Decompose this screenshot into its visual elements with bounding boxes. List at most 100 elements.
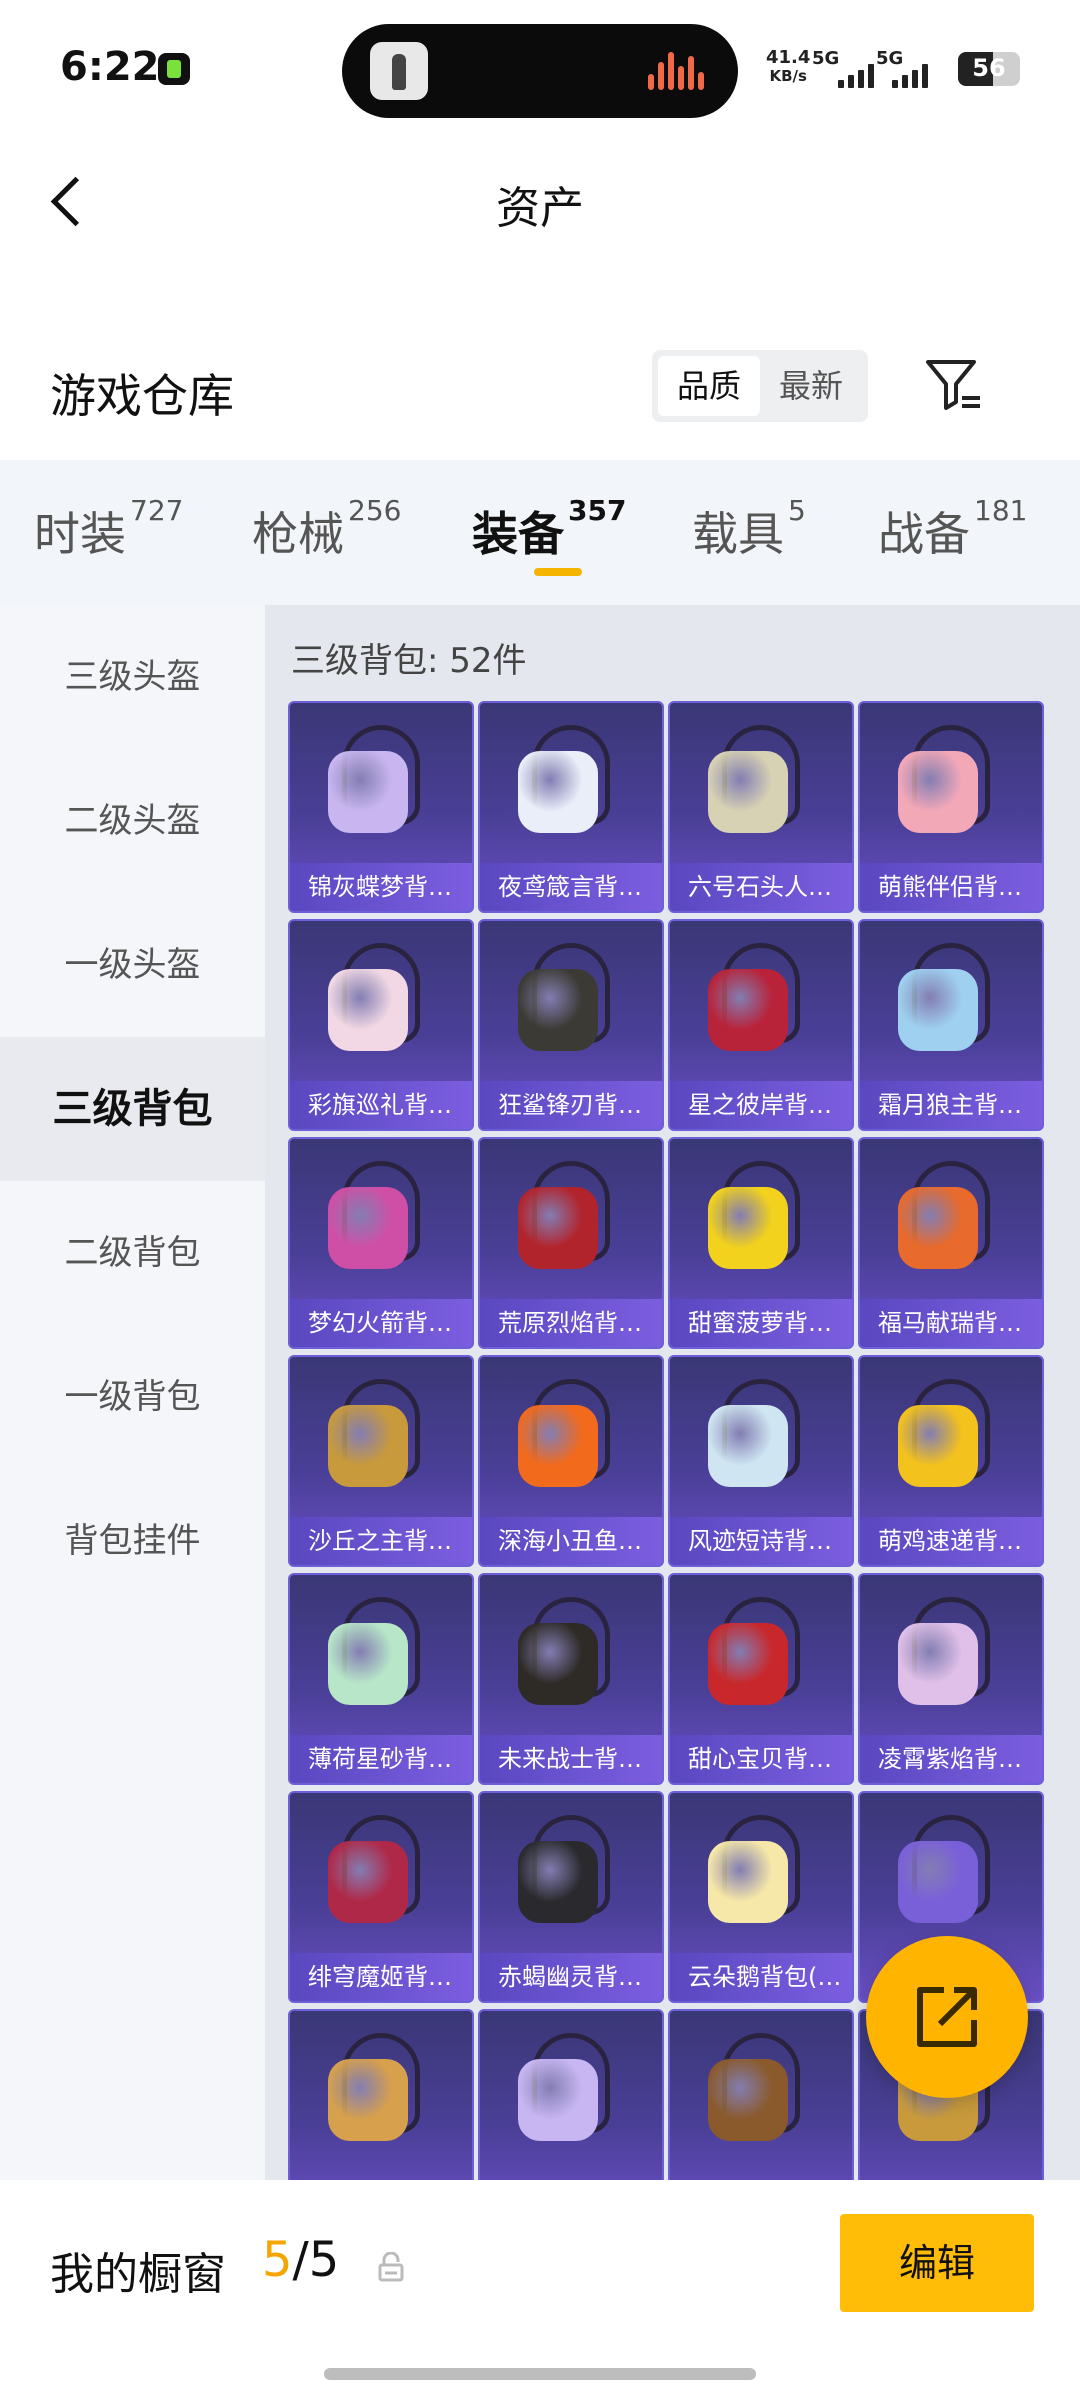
sidebar-item-backpack-lv3[interactable]: 三级背包 [0, 1037, 265, 1181]
backpack-image [708, 1405, 788, 1487]
backpack-name: 绯穹魔姬背… [290, 1953, 472, 2001]
backpack-image [518, 1841, 598, 1923]
backpack-name: 六号石头人… [670, 863, 852, 911]
backpack-image [328, 969, 408, 1051]
backpack-card[interactable]: 荒原烈焰背… [478, 1137, 664, 1349]
backpack-card[interactable]: 甜心宝贝背… [668, 1573, 854, 1785]
backpack-card[interactable]: 福马献瑞背… [858, 1137, 1044, 1349]
backpack-name: 甜蜜菠萝背… [670, 1299, 852, 1347]
backpack-name: 凌霄紫焰背… [860, 1735, 1042, 1783]
backpack-card[interactable] [668, 2009, 854, 2180]
backpack-image [898, 1187, 978, 1269]
sort-option-quality[interactable]: 品质 [658, 356, 760, 416]
page-title: 资产 [496, 183, 584, 234]
sidebar-item-backpack-lv1[interactable]: 一级背包 [0, 1325, 265, 1469]
backpack-image [898, 751, 978, 833]
backpack-image [328, 1405, 408, 1487]
network-speed-unit: KB/s [769, 67, 807, 85]
backpack-image [518, 2059, 598, 2141]
backpack-card[interactable]: 六号石头人… [668, 701, 854, 913]
backpack-image [328, 1187, 408, 1269]
backpack-card[interactable]: 狂鲨锋刃背… [478, 919, 664, 1131]
backpack-name: 沙丘之主背… [290, 1517, 472, 1565]
dynamic-island[interactable] [342, 24, 738, 118]
backpack-card[interactable]: 风迹短诗背… [668, 1355, 854, 1567]
backpack-card[interactable]: 夜鸢箴言背… [478, 701, 664, 913]
backpack-card[interactable]: 萌熊伴侣背… [858, 701, 1044, 913]
showcase-label: 我的橱窗 [50, 2249, 226, 2300]
backpack-name: 甜心宝贝背… [670, 1735, 852, 1783]
backpack-image [708, 751, 788, 833]
share-button[interactable] [866, 1936, 1028, 2098]
tab-label: 载具 [692, 507, 784, 561]
tab-vehicles[interactable]: 载具 5 [692, 494, 806, 564]
tab-label: 时装 [34, 507, 126, 561]
backpack-name: 薄荷星砂背… [290, 1735, 472, 1783]
sidebar-item-backpack-lv2[interactable]: 二级背包 [0, 1181, 265, 1325]
sort-toggle: 品质 最新 [652, 350, 868, 422]
sidebar-item-helmet-lv3[interactable]: 三级头盔 [0, 605, 265, 749]
edit-button[interactable]: 编辑 [840, 2214, 1034, 2312]
tab-count: 357 [568, 494, 627, 527]
backpack-image [328, 1623, 408, 1705]
tab-fashion[interactable]: 时装 727 [34, 494, 183, 564]
category-tabs: 时装 727 枪械 256 装备 357 载具 5 战备 181 [0, 460, 1080, 605]
sort-option-newest[interactable]: 最新 [760, 356, 862, 416]
backpack-image [898, 969, 978, 1051]
backpack-card[interactable]: 锦灰蝶梦背… [288, 701, 474, 913]
tab-count: 5 [788, 494, 806, 527]
tab-count: 727 [130, 494, 184, 527]
sidebar-item-helmet-lv2[interactable]: 二级头盔 [0, 749, 265, 893]
battery-icon: 56 [958, 52, 1020, 86]
backpack-card[interactable] [288, 2009, 474, 2180]
battery-percent: 56 [972, 54, 1006, 82]
backpack-card[interactable]: 星之彼岸背… [668, 919, 854, 1131]
sidebar: 三级头盔 二级头盔 一级头盔 三级背包 二级背包 一级背包 背包挂件 [0, 605, 265, 2180]
network-speed: 41.4 KB/s [766, 47, 811, 85]
tab-guns[interactable]: 枪械 256 [252, 494, 401, 564]
sim2-signal-icon [888, 62, 938, 88]
media-thumbnail-icon [370, 42, 428, 100]
backpack-card[interactable] [478, 2009, 664, 2180]
backpack-card[interactable]: 彩旗巡礼背… [288, 919, 474, 1131]
sidebar-item-backpack-charm[interactable]: 背包挂件 [0, 1469, 265, 1613]
tab-supplies[interactable]: 战备 181 [878, 494, 1027, 564]
backpack-image [518, 1405, 598, 1487]
audio-wave-icon [648, 52, 712, 90]
network-speed-value: 41.4 [766, 47, 811, 68]
sim1-signal-icon [828, 62, 878, 88]
backpack-card[interactable]: 萌鸡速递背… [858, 1355, 1044, 1567]
backpack-name: 狂鲨锋刃背… [480, 1081, 662, 1129]
backpack-card[interactable]: 霜月狼主背… [858, 919, 1044, 1131]
home-indicator[interactable] [324, 2368, 756, 2380]
backpack-card[interactable]: 绯穹魔姬背… [288, 1791, 474, 2003]
backpack-name: 风迹短诗背… [670, 1517, 852, 1565]
backpack-card[interactable]: 赤蝎幽灵背… [478, 1791, 664, 2003]
backpack-name: 云朵鹅背包(… [670, 1953, 852, 2001]
tab-count: 256 [348, 494, 402, 527]
backpack-image [518, 1187, 598, 1269]
backpack-image [898, 1623, 978, 1705]
backpack-card[interactable]: 凌霄紫焰背… [858, 1573, 1044, 1785]
backpack-card[interactable]: 未来战士背… [478, 1573, 664, 1785]
share-out-icon [917, 1987, 977, 2047]
backpack-card[interactable]: 深海小丑鱼… [478, 1355, 664, 1567]
backpack-card[interactable]: 沙丘之主背… [288, 1355, 474, 1567]
backpack-card[interactable]: 梦幻火箭背… [288, 1137, 474, 1349]
filter-icon[interactable] [922, 354, 986, 418]
backpack-card[interactable]: 云朵鹅背包(… [668, 1791, 854, 2003]
lock-icon [378, 2251, 404, 2282]
music-app-icon [158, 53, 190, 85]
backpack-card[interactable]: 甜蜜菠萝背… [668, 1137, 854, 1349]
backpack-image [708, 1187, 788, 1269]
backpack-name: 锦灰蝶梦背… [290, 863, 472, 911]
warehouse-title: 游戏仓库 [50, 369, 234, 423]
backpack-name: 未来战士背… [480, 1735, 662, 1783]
sidebar-item-helmet-lv1[interactable]: 一级头盔 [0, 893, 265, 1037]
tab-count: 181 [974, 494, 1028, 527]
status-time: 6:22 [60, 44, 160, 90]
backpack-card[interactable]: 薄荷星砂背… [288, 1573, 474, 1785]
tab-equipment[interactable]: 装备 357 [472, 494, 626, 564]
backpack-name: 彩旗巡礼背… [290, 1081, 472, 1129]
backpack-image [328, 2059, 408, 2141]
